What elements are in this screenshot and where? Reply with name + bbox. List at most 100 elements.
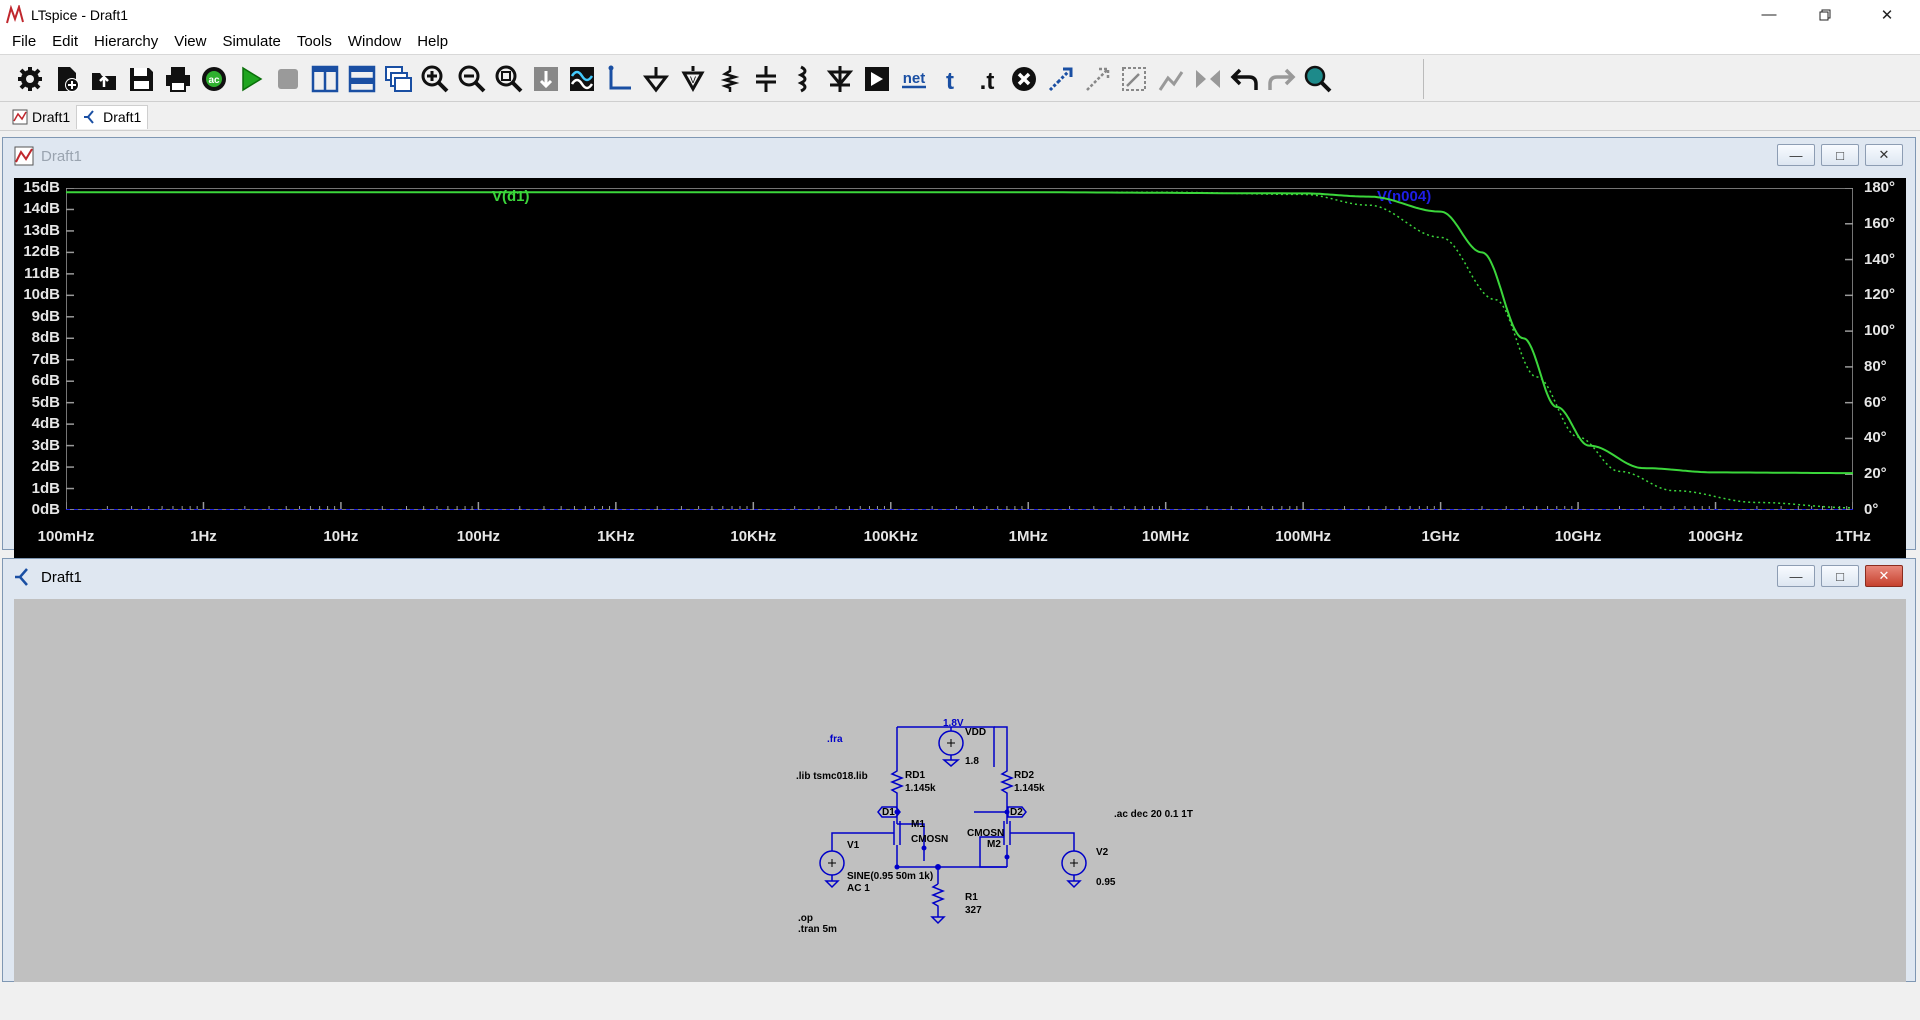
waveform-tab-icon <box>12 109 28 124</box>
label-net-icon: V <box>681 66 705 93</box>
label-v2-value[interactable]: 0.95 <box>1096 877 1115 888</box>
control-panel-button[interactable]: ac <box>196 61 233 97</box>
text-icon: t <box>946 68 954 94</box>
document-tabs: Draft1 Draft1 <box>0 103 1920 131</box>
x-tick-label: 100mHz <box>37 528 95 545</box>
save-icon <box>129 68 153 91</box>
label-1p8v[interactable]: 1.8V <box>943 718 964 729</box>
rotate-button[interactable] <box>1153 61 1190 97</box>
plot-pane[interactable]: V(d1) V(n004) 15dB 14dB 13dB 12dB 11dB 10dB 9d… <box>14 178 1906 583</box>
label-v1-ac[interactable]: AC 1 <box>847 883 870 894</box>
label-net-button[interactable]: V <box>674 61 711 97</box>
inductor-button[interactable] <box>785 61 822 97</box>
autorange-button[interactable] <box>527 61 564 97</box>
schematic-window-titlebar: Draft1 <box>3 559 1915 595</box>
label-r1-value[interactable]: 327 <box>965 905 982 916</box>
undo-button[interactable] <box>1226 61 1263 97</box>
settings-button[interactable] <box>12 61 49 97</box>
menu-view[interactable]: View <box>166 33 214 50</box>
open-button[interactable] <box>86 61 123 97</box>
waveform-button[interactable] <box>564 61 601 97</box>
delete-button[interactable] <box>1006 61 1043 97</box>
label-v1[interactable]: V1 <box>847 840 859 851</box>
menu-edit[interactable]: Edit <box>44 33 86 50</box>
waveform-close-button[interactable]: ✕ <box>1865 144 1903 166</box>
halt-button[interactable] <box>270 61 307 97</box>
zoom-in-button[interactable] <box>417 61 454 97</box>
menu-help[interactable]: Help <box>409 33 456 50</box>
svg-text:net: net <box>902 70 925 87</box>
menu-file[interactable]: File <box>4 33 44 50</box>
tab-schematic-label: Draft1 <box>103 109 142 125</box>
label-rd2[interactable]: RD2 <box>1014 770 1034 781</box>
label-vdd[interactable]: VDD <box>965 727 986 738</box>
zoom-out-button[interactable] <box>454 61 491 97</box>
label-m2-model[interactable]: CMOSN <box>967 828 1004 839</box>
label-rd1-value[interactable]: 1.145k <box>905 783 936 794</box>
redo-button[interactable] <box>1263 61 1300 97</box>
plot-canvas[interactable] <box>66 188 1853 510</box>
ground-button[interactable] <box>638 61 675 97</box>
svg-text:V: V <box>690 75 696 85</box>
label-v2[interactable]: V2 <box>1096 847 1108 858</box>
directive-fra[interactable]: .fra <box>827 734 843 745</box>
menu-simulate[interactable]: Simulate <box>214 33 288 50</box>
y-tick-label-right: 80° <box>1864 357 1887 375</box>
wire-button[interactable] <box>601 61 638 97</box>
find-button[interactable] <box>1300 61 1337 97</box>
save-button[interactable] <box>122 61 159 97</box>
netlabel-d1[interactable]: D1 <box>882 807 895 818</box>
tile-horizontal-button[interactable] <box>343 61 380 97</box>
print-button[interactable] <box>159 61 196 97</box>
label-r1[interactable]: R1 <box>965 892 978 903</box>
schematic-close-button[interactable]: ✕ <box>1865 565 1903 587</box>
label-v1-value[interactable]: SINE(0.95 50m 1k) <box>847 871 933 882</box>
status-bar <box>0 982 1920 1020</box>
label-vdd-value[interactable]: 1.8 <box>965 756 979 767</box>
zoom-fit-button[interactable] <box>490 61 527 97</box>
component-button[interactable] <box>858 61 895 97</box>
netlabel-d2[interactable]: D2 <box>1010 807 1023 818</box>
directive-ac[interactable]: .ac dec 20 0.1 1T <box>1114 809 1193 820</box>
x-tick-label: 10MHz <box>1141 528 1190 545</box>
restore-button[interactable] <box>1797 0 1853 29</box>
schematic-minimize-button[interactable]: — <box>1777 565 1815 587</box>
mirror-button[interactable] <box>1190 61 1227 97</box>
tab-waveform[interactable]: Draft1 <box>6 105 76 129</box>
diode-button[interactable] <box>822 61 859 97</box>
directive-lib[interactable]: .lib tsmc018.lib <box>796 771 868 782</box>
spice-directive-button[interactable]: .t <box>969 61 1006 97</box>
duplicate-button[interactable] <box>1042 61 1079 97</box>
text-button[interactable]: t <box>932 61 969 97</box>
waveform-minimize-button[interactable]: — <box>1777 144 1815 166</box>
schematic-canvas[interactable]: .fra .lib tsmc018.lib 1.8V VDD 1.8 RD1 1… <box>14 599 1906 982</box>
capacitor-button[interactable] <box>748 61 785 97</box>
tab-schematic[interactable]: Draft1 <box>76 104 149 129</box>
label-m2[interactable]: M2 <box>987 839 1001 850</box>
directive-tran[interactable]: .tran 5m <box>798 924 837 935</box>
directive-op[interactable]: .op <box>798 913 813 924</box>
drag-button[interactable] <box>1116 61 1153 97</box>
waveform-maximize-button[interactable]: □ <box>1821 144 1859 166</box>
redo-icon <box>1268 68 1296 90</box>
label-m1-model[interactable]: CMOSN <box>911 834 948 845</box>
y-tick-label-right: 140° <box>1864 250 1896 268</box>
tile-vertical-button[interactable] <box>306 61 343 97</box>
minimize-button[interactable]: — <box>1741 0 1797 29</box>
wire-icon <box>608 65 632 90</box>
label-rd1[interactable]: RD1 <box>905 770 925 781</box>
menu-hierarchy[interactable]: Hierarchy <box>86 33 166 50</box>
label-m1[interactable]: M1 <box>911 819 925 830</box>
menu-tools[interactable]: Tools <box>289 33 340 50</box>
resistor-button[interactable] <box>711 61 748 97</box>
menu-window[interactable]: Window <box>340 33 409 50</box>
cascade-button[interactable] <box>380 61 417 97</box>
net-button[interactable]: net <box>895 61 932 97</box>
close-button[interactable]: ✕ <box>1859 0 1915 29</box>
move-button[interactable] <box>1079 61 1116 97</box>
run-button[interactable] <box>233 61 270 97</box>
zoom-fit-icon <box>495 65 523 93</box>
schematic-maximize-button[interactable]: □ <box>1821 565 1859 587</box>
new-schematic-button[interactable] <box>49 61 86 97</box>
label-rd2-value[interactable]: 1.145k <box>1014 783 1045 794</box>
